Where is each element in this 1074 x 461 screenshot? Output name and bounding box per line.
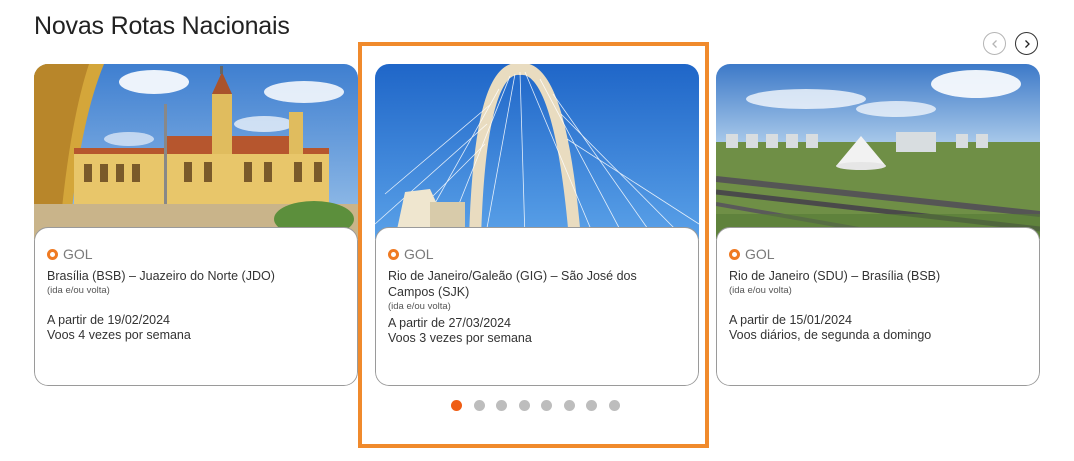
carousel-next-button[interactable]	[1015, 32, 1038, 55]
gol-logo-icon	[47, 248, 58, 260]
airline: GOL	[388, 245, 686, 263]
frequency: Voos 3 vezes por semana	[388, 331, 532, 345]
route-card-body: GOL Rio de Janeiro/Galeão (GIG) – São Jo…	[375, 227, 699, 386]
pagination-dot[interactable]	[586, 400, 597, 411]
chevron-right-icon	[1024, 39, 1030, 48]
frequency: Voos diários, de segunda a domingo	[729, 328, 932, 342]
start-date: A partir de 19/02/2024	[47, 313, 171, 327]
airline-name: GOL	[404, 246, 434, 262]
start-date: A partir de 27/03/2024	[388, 316, 512, 330]
chevron-left-icon	[991, 39, 997, 48]
frequency: Voos 4 vezes por semana	[47, 328, 191, 342]
pagination-dot[interactable]	[518, 400, 530, 411]
gol-logo-icon	[388, 248, 399, 260]
pagination-dot[interactable]	[563, 400, 575, 411]
route-text: Rio de Janeiro (SDU) – Brasília (BSB)	[729, 269, 941, 283]
section-title: Novas Rotas Nacionais	[34, 12, 290, 40]
pagination-dot[interactable]	[608, 400, 620, 411]
airline: GOL	[729, 245, 1027, 263]
route-card-image-church	[34, 64, 358, 239]
route-card-1[interactable]: GOL Brasília (BSB) – Juazeiro do Norte (…	[34, 64, 358, 386]
route-note: (ida e/ou volta)	[729, 285, 792, 296]
pagination-dot[interactable]	[473, 400, 485, 411]
pagination-dot[interactable]	[541, 400, 552, 411]
start-date: A partir de 15/01/2024	[729, 313, 853, 327]
route-text: Rio de Janeiro/Galeão (GIG) – São José d…	[388, 269, 637, 299]
route-card-image-brasilia	[716, 64, 1040, 239]
route-card-image-bridge	[375, 64, 699, 239]
airline-name: GOL	[745, 246, 775, 262]
route-note: (ida e/ou volta)	[47, 285, 110, 296]
airline-name: GOL	[63, 246, 93, 262]
route-card-3[interactable]: GOL Rio de Janeiro (SDU) – Brasília (BSB…	[716, 64, 1040, 386]
airline: GOL	[47, 245, 345, 263]
pagination-dot[interactable]	[451, 400, 462, 411]
route-card-body: GOL Brasília (BSB) – Juazeiro do Norte (…	[34, 227, 358, 386]
pagination-dot[interactable]	[496, 400, 507, 411]
route-card-2[interactable]: GOL Rio de Janeiro/Galeão (GIG) – São Jo…	[375, 64, 699, 386]
route-card-body: GOL Rio de Janeiro (SDU) – Brasília (BSB…	[716, 227, 1040, 386]
route-note: (ida e/ou volta)	[388, 301, 451, 312]
carousel-prev-button[interactable]	[983, 32, 1006, 55]
route-text: Brasília (BSB) – Juazeiro do Norte (JDO)	[47, 269, 275, 283]
gol-logo-icon	[729, 248, 740, 260]
carousel-pagination	[451, 400, 620, 411]
